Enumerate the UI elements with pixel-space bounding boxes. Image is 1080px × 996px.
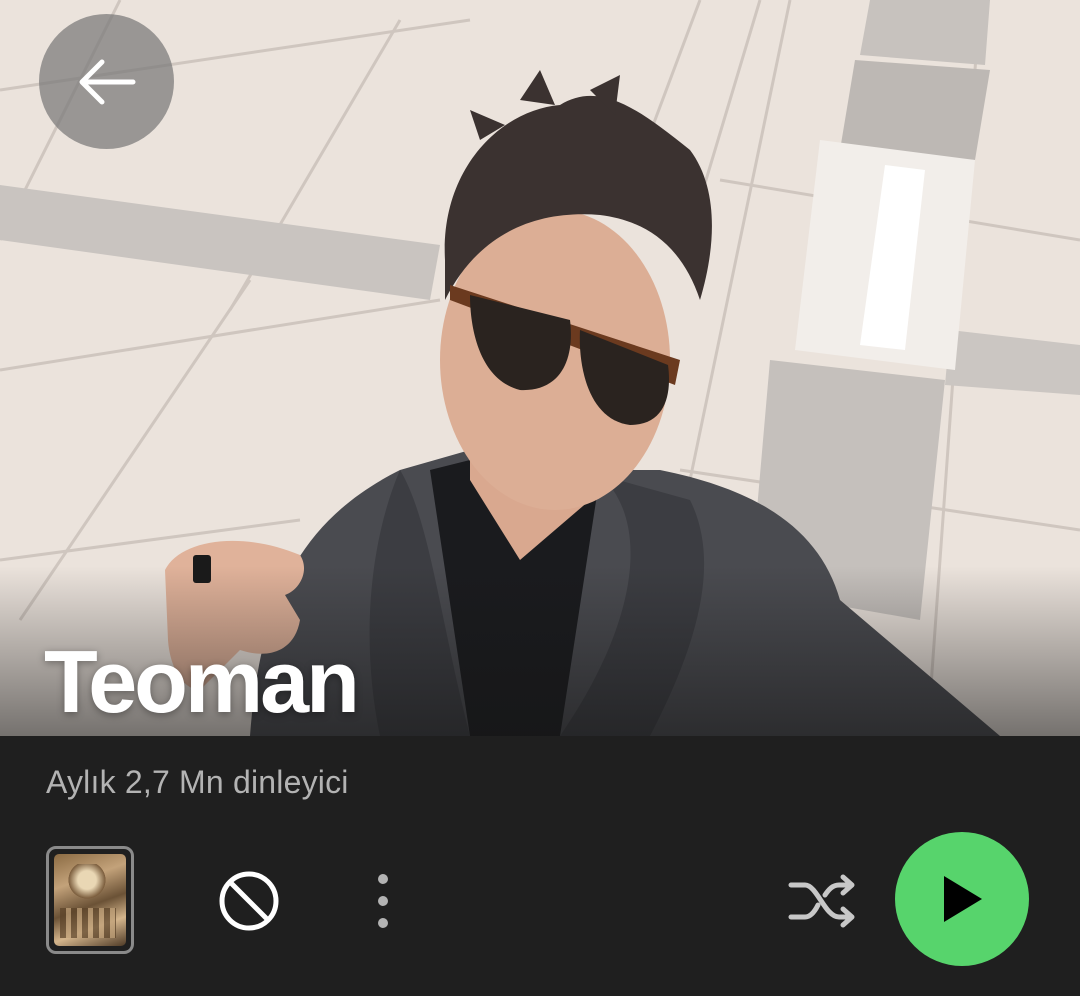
play-button[interactable] <box>895 832 1029 966</box>
arrow-left-icon <box>79 59 135 104</box>
artist-hero-image: Teoman <box>0 0 1080 736</box>
artist-pick-thumbnail[interactable] <box>46 846 134 954</box>
more-options-button[interactable] <box>360 866 406 936</box>
shuffle-button[interactable] <box>784 866 860 936</box>
back-button[interactable] <box>39 14 174 149</box>
artist-actions-panel: Aylık 2,7 Mn dinleyici <box>0 736 1080 996</box>
block-artist-button[interactable] <box>214 866 284 936</box>
monthly-listeners: Aylık 2,7 Mn dinleyici <box>46 764 349 800</box>
more-vertical-icon <box>378 874 388 928</box>
album-art <box>54 854 126 946</box>
block-icon <box>219 871 279 931</box>
play-icon <box>944 876 982 922</box>
shuffle-icon <box>788 874 855 928</box>
artist-name: Teoman <box>44 632 360 731</box>
